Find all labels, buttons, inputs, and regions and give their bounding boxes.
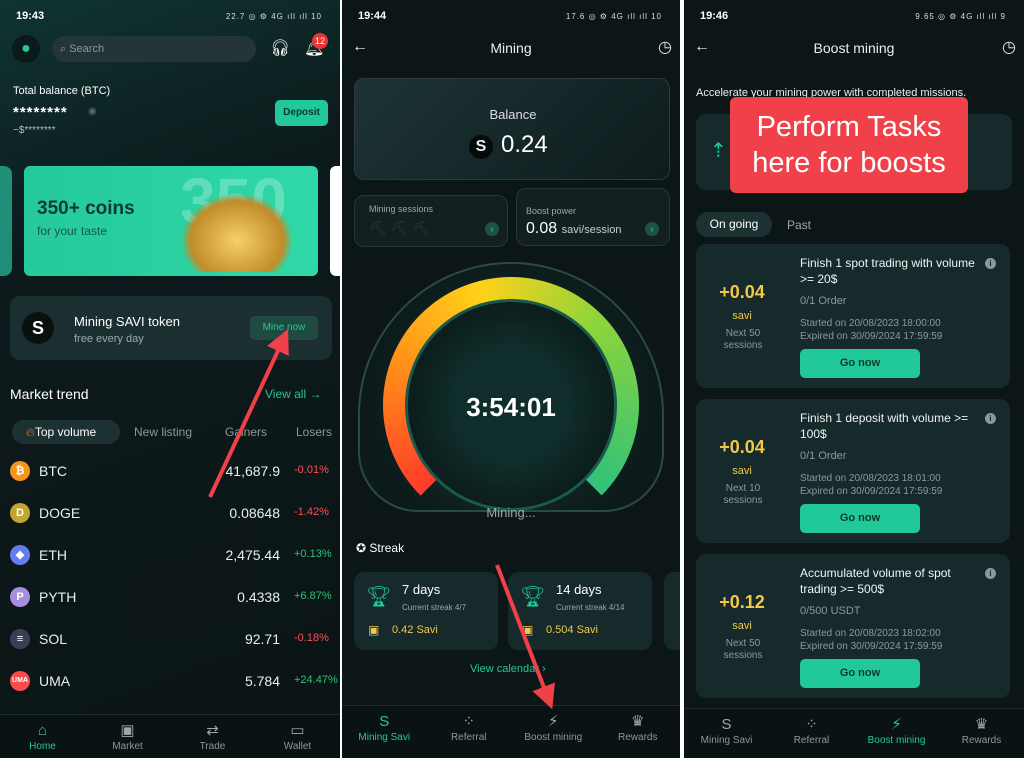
annotation-arrow: [495, 564, 555, 710]
annotation-arrows: [208, 329, 555, 710]
annotation-arrow: [208, 329, 289, 498]
